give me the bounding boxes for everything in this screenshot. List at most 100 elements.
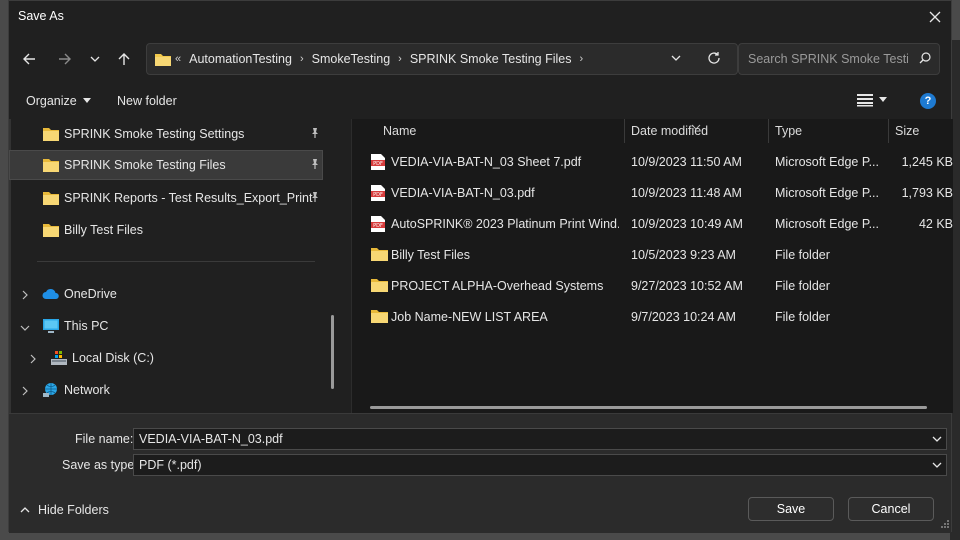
save-type-select[interactable]: PDF (*.pdf)	[133, 454, 947, 476]
breadcrumb-item[interactable]: SmokeTesting	[312, 52, 391, 66]
back-button[interactable]	[17, 47, 41, 71]
navigation-bar: « AutomationTesting › SmokeTesting › SPR…	[9, 39, 951, 79]
column-divider[interactable]	[888, 119, 889, 143]
sidebar-item-label: This PC	[64, 319, 109, 333]
breadcrumb-overflow[interactable]: «	[175, 53, 181, 65]
arrow-up-icon	[118, 53, 130, 65]
chevron-right-icon[interactable]	[21, 289, 29, 303]
svg-text:PDF: PDF	[373, 161, 383, 167]
sidebar-item-quick-access[interactable]: SPRINK Smoke Testing Settings	[9, 119, 323, 149]
sidebar-item-quick-access[interactable]: SPRINK Smoke Testing Files	[9, 150, 323, 180]
file-date: 10/9/2023 11:50 AM	[631, 155, 742, 169]
file-name: Billy Test Files	[391, 248, 470, 262]
details-view-icon	[857, 94, 873, 107]
up-button[interactable]	[112, 47, 136, 71]
chevron-right-icon[interactable]	[21, 385, 29, 399]
file-name-input[interactable]: VEDIA-VIA-BAT-N_03.pdf	[133, 428, 947, 450]
search-box[interactable]: Search SPRINK Smoke Testi...	[738, 43, 940, 75]
save-as-dialog: Save As « AutomationTesting › SmokeTesti…	[8, 0, 953, 533]
cancel-label: Cancel	[871, 502, 911, 516]
sidebar-divider	[37, 261, 315, 262]
search-icon	[919, 52, 931, 67]
refresh-button[interactable]	[707, 51, 721, 68]
sidebar-item-network[interactable]: Network	[9, 375, 323, 405]
save-type-label: Save as type:	[62, 458, 138, 472]
resize-grip-icon[interactable]	[941, 517, 949, 531]
sidebar-item-this-pc[interactable]: This PC	[9, 311, 323, 341]
save-button[interactable]: Save	[748, 497, 834, 521]
file-size: 1,793 KB	[901, 186, 953, 200]
pdf-file-icon: PDF	[371, 216, 385, 235]
file-name-label: File name:	[75, 432, 134, 446]
file-date: 10/9/2023 11:48 AM	[631, 186, 742, 200]
file-row[interactable]: PDF VEDIA-VIA-BAT-N_03.pdf 10/9/2023 11:…	[351, 178, 953, 209]
chevron-right-icon[interactable]: ›	[398, 53, 402, 65]
file-date: 10/5/2023 9:23 AM	[631, 248, 736, 262]
folder-icon	[43, 158, 59, 175]
folder-icon	[43, 223, 59, 240]
cancel-button[interactable]: Cancel	[848, 497, 934, 521]
column-header-row: Name Date modified Type Size	[351, 119, 953, 143]
folder-row[interactable]: Billy Test Files 10/5/2023 9:23 AM File …	[351, 240, 953, 271]
sidebar-scrollbar[interactable]	[331, 315, 334, 389]
dialog-title: Save As	[18, 9, 64, 23]
breadcrumb-item[interactable]: SPRINK Smoke Testing Files	[410, 52, 572, 66]
column-header-type[interactable]: Type	[775, 124, 802, 138]
address-dropdown-button[interactable]	[671, 52, 681, 66]
sidebar-item-label: SPRINK Reports - Test Results_Export_Pri…	[64, 191, 313, 205]
chevron-down-icon[interactable]	[932, 459, 942, 473]
sidebar-item-label: OneDrive	[64, 287, 117, 301]
save-type-value: PDF (*.pdf)	[139, 458, 202, 472]
hide-folders-button[interactable]: Hide Folders	[20, 503, 109, 517]
forward-button[interactable]	[53, 47, 77, 71]
breadcrumb-item[interactable]: AutomationTesting	[189, 52, 292, 66]
folder-row[interactable]: Job Name-NEW LIST AREA 9/7/2023 10:24 AM…	[351, 302, 953, 333]
close-button[interactable]	[919, 1, 951, 33]
disk-icon	[50, 350, 68, 369]
new-folder-button[interactable]: New folder	[117, 94, 177, 108]
help-button[interactable]: ?	[920, 93, 936, 109]
column-header-size[interactable]: Size	[895, 124, 919, 138]
organize-menu[interactable]: Organize	[26, 94, 91, 108]
command-bar: Organize New folder ?	[9, 87, 951, 117]
sidebar-item-local-disk[interactable]: Local Disk (C:)	[9, 343, 323, 373]
caret-down-icon	[879, 97, 887, 102]
chevron-right-icon[interactable]: ›	[579, 53, 583, 65]
horizontal-scrollbar[interactable]	[370, 406, 927, 409]
pin-icon	[309, 191, 321, 206]
caret-down-icon	[82, 98, 91, 103]
pdf-file-icon: PDF	[371, 185, 385, 204]
file-list: Name Date modified Type Size PDF VEDIA-V…	[351, 119, 953, 413]
folder-icon	[155, 52, 171, 69]
search-placeholder: Search SPRINK Smoke Testi...	[748, 52, 908, 66]
chevron-right-icon[interactable]	[29, 353, 37, 367]
navigation-pane: SPRINK Smoke Testing Settings SPRINK Smo…	[9, 119, 343, 413]
pdf-file-icon: PDF	[371, 154, 385, 173]
file-row[interactable]: PDF AutoSPRINK® 2023 Platinum Print Wind…	[351, 209, 953, 240]
sidebar-item-quick-access[interactable]: Billy Test Files	[9, 215, 323, 245]
chevron-right-icon[interactable]: ›	[300, 53, 304, 65]
chevron-down-icon[interactable]	[932, 433, 942, 447]
address-bar[interactable]: « AutomationTesting › SmokeTesting › SPR…	[146, 43, 738, 75]
sidebar-item-quick-access[interactable]: SPRINK Reports - Test Results_Export_Pri…	[9, 183, 323, 213]
column-header-date[interactable]: Date modified	[631, 124, 708, 138]
hide-folders-label: Hide Folders	[38, 503, 109, 517]
title-bar: Save As	[9, 1, 951, 33]
sidebar-item-onedrive[interactable]: OneDrive	[9, 279, 323, 309]
change-view-button[interactable]	[857, 93, 887, 107]
svg-text:PDF: PDF	[373, 192, 383, 198]
column-divider[interactable]	[624, 119, 625, 143]
file-type: File folder	[775, 310, 830, 324]
column-divider[interactable]	[768, 119, 769, 143]
file-name: VEDIA-VIA-BAT-N_03.pdf	[391, 186, 535, 200]
column-header-name[interactable]: Name	[383, 124, 416, 138]
pin-icon	[309, 158, 321, 173]
file-type: Microsoft Edge P...	[775, 155, 879, 169]
file-row[interactable]: PDF VEDIA-VIA-BAT-N_03 Sheet 7.pdf 10/9/…	[351, 147, 953, 178]
file-name: PROJECT ALPHA-Overhead Systems	[391, 279, 604, 293]
chevron-down-icon[interactable]	[20, 321, 30, 335]
svg-text:PDF: PDF	[373, 223, 383, 229]
recent-locations-button[interactable]	[83, 47, 107, 71]
file-name: Job Name-NEW LIST AREA	[391, 310, 548, 324]
folder-row[interactable]: PROJECT ALPHA-Overhead Systems 9/27/2023…	[351, 271, 953, 302]
